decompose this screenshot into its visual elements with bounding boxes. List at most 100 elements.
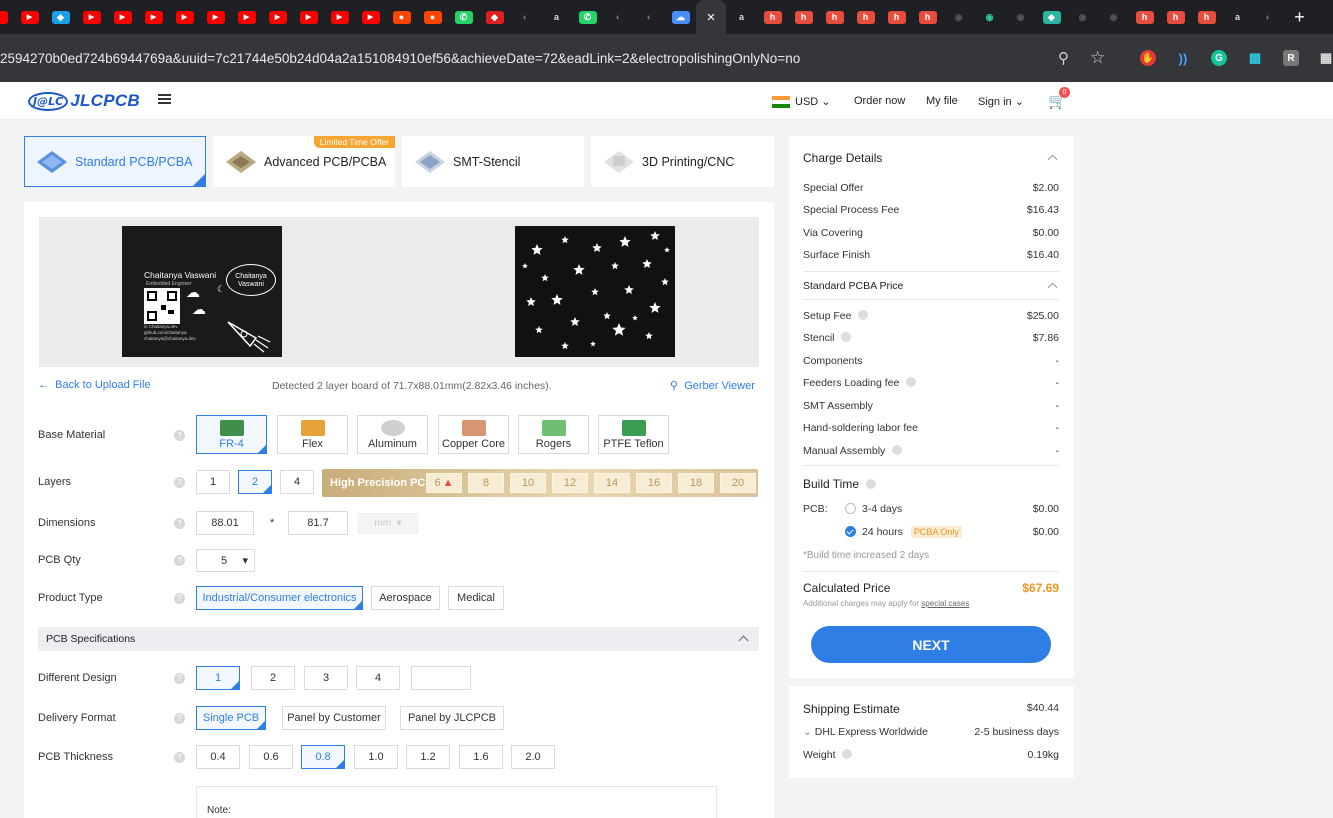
browser-tab[interactable]: h [912,0,943,34]
width-input[interactable]: 88.01 [196,511,254,535]
help-icon[interactable]: ? [174,673,185,684]
browser-tab[interactable]: ● [386,0,417,34]
order-now-link[interactable]: Order now [854,95,905,107]
radio-button[interactable] [845,503,856,514]
help-icon[interactable]: ? [174,593,185,604]
special-cases-link[interactable]: special cases [921,599,969,608]
material-fr4[interactable]: FR-4 [196,415,267,454]
currency-select[interactable]: USD ⌄ [795,95,831,108]
material-ptfe-teflon[interactable]: PTFE Teflon [598,415,669,454]
browser-tab[interactable]: h [850,0,881,34]
browser-tab[interactable]: ▶ [138,0,169,34]
browser-tab[interactable]: ◉ [1067,0,1098,34]
bookmark-star-icon[interactable]: ☆ [1090,48,1105,68]
hp-layer-20[interactable]: 20 [720,473,756,493]
extension-book-icon[interactable]: ▩ [1247,50,1263,66]
browser-tab[interactable]: h [1191,0,1222,34]
help-icon[interactable] [906,377,917,387]
thickness-0.6[interactable]: 0.6 [249,745,293,769]
browser-tab[interactable]: ✆ [572,0,603,34]
hp-layer-10[interactable]: 10 [510,473,546,493]
browser-tab[interactable]: a [726,0,757,34]
chevron-up-icon[interactable] [1047,282,1058,293]
help-icon[interactable] [841,332,852,342]
browser-tab[interactable]: ✆ [448,0,479,34]
design-option-1[interactable]: 1 [196,666,240,690]
new-tab-button[interactable]: + [1284,0,1315,34]
help-icon[interactable]: ? [174,430,185,441]
browser-tab[interactable]: ● [417,0,448,34]
active-tab[interactable]: × [696,0,726,34]
browser-tab[interactable]: ▶ [200,0,231,34]
hp-layer-16[interactable]: 16 [636,473,672,493]
close-icon[interactable]: × [707,9,716,26]
pcb-specifications-header[interactable]: PCB Specifications [38,627,759,651]
delivery-panel-by-customer[interactable]: Panel by Customer [282,706,386,730]
browser-tab[interactable]: a [1222,0,1253,34]
browser-tab[interactable]: ◐ [603,0,634,34]
material-aluminum[interactable]: Aluminum [357,415,428,454]
layer-option-2[interactable]: 2 [238,470,272,494]
browser-tab[interactable]: ▶ [262,0,293,34]
layer-option-1[interactable]: 1 [196,470,230,494]
design-option-3[interactable]: 3 [304,666,348,690]
design-option-4[interactable]: 4 [356,666,400,690]
help-icon[interactable] [892,445,903,455]
thickness-1.6[interactable]: 1.6 [459,745,503,769]
tab-advanced-pcb[interactable]: Advanced PCB/PCBA Limited Time Offer [213,136,395,187]
browser-tab[interactable]: ◉ [1098,0,1129,34]
next-button[interactable]: NEXT [811,626,1051,663]
browser-tab[interactable]: ▶ [107,0,138,34]
unit-select[interactable]: mm ▾ [358,513,418,534]
material-flex[interactable]: Flex [277,415,348,454]
browser-tab[interactable]: ◐ [510,0,541,34]
browser-tab[interactable]: ▶ [231,0,262,34]
url-field[interactable]: 2594270b0ed724b6944769a&uuid=7c21744e50b… [0,51,1040,66]
help-icon[interactable]: ? [174,518,185,529]
menu-icon[interactable] [158,94,171,105]
build-option-3-4-days[interactable]: 3-4 days $0.00 [845,503,1059,515]
sign-in-menu[interactable]: Sign in ⌄ [978,95,1024,108]
build-option-24-hours[interactable]: 24 hours PCBA Only $0.00 [845,526,1059,538]
height-input[interactable]: 81.7 [288,511,348,535]
chevron-up-icon[interactable] [1047,154,1058,165]
browser-tab[interactable]: ▶ [169,0,200,34]
board-top-preview[interactable]: Chaitanya Vaswani Embedded Engineer Chai… [122,226,282,357]
delivery-panel-by-jlcpcb[interactable]: Panel by JLCPCB [400,706,504,730]
browser-tab[interactable]: h [1129,0,1160,34]
help-icon[interactable]: ? [174,477,185,488]
hp-layer-12[interactable]: 12 [552,473,588,493]
hp-layer-6[interactable]: 6 ▲ [426,473,462,493]
browser-tab[interactable]: h [881,0,912,34]
hp-layer-8[interactable]: 8 [468,473,504,493]
grammarly-icon[interactable]: G [1211,50,1227,66]
browser-tab[interactable]: ◉ [1005,0,1036,34]
browser-tab[interactable]: h [757,0,788,34]
material-copper-core[interactable]: Copper Core [438,415,509,454]
board-bottom-preview[interactable] [515,226,675,357]
help-icon[interactable]: ? [174,752,185,763]
pcb-qty-select[interactable]: 5 ▾ [196,549,255,572]
product-type-industrial[interactable]: Industrial/Consumer electronics [196,586,363,610]
browser-tab[interactable]: ◉ [974,0,1005,34]
browser-tab[interactable]: ▶ [355,0,386,34]
browser-tab[interactable]: h [1160,0,1191,34]
cart-icon[interactable]: 🛒 0 [1048,87,1070,110]
back-to-upload-link[interactable]: ← Back to Upload File [38,379,151,391]
browser-tab[interactable]: h [819,0,850,34]
browser-tab[interactable]: a [541,0,572,34]
extension-hand-icon[interactable]: ✋ [1140,50,1156,66]
extension-wave-icon[interactable]: )) [1175,50,1191,66]
browser-tab[interactable]: ▶ [76,0,107,34]
tab-standard-pcb[interactable]: Standard PCB/PCBA [24,136,206,187]
browser-tab[interactable]: ▶ [293,0,324,34]
browser-tab[interactable]: ◆ [479,0,510,34]
jlcpcb-logo[interactable]: J@LC JLCPCB [28,88,140,114]
browser-tab[interactable]: ☁ [665,0,696,34]
my-file-link[interactable]: My file [926,95,958,107]
thickness-1.2[interactable]: 1.2 [406,745,450,769]
browser-tab[interactable]: ▶ [14,0,45,34]
browser-tab[interactable]: ▶ [324,0,355,34]
thickness-2.0[interactable]: 2.0 [511,745,555,769]
radio-button-selected[interactable] [845,526,856,537]
